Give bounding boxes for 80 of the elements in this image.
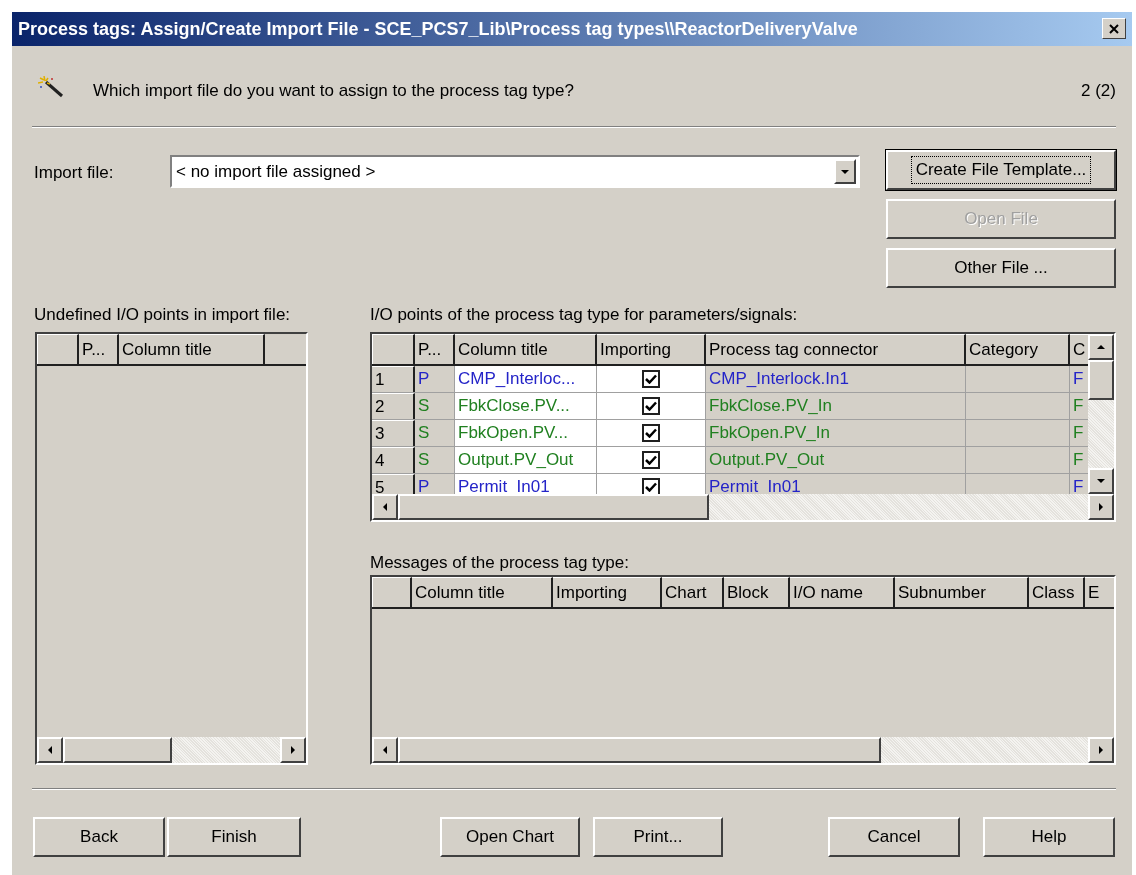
row-header[interactable]: 1 — [372, 366, 415, 392]
side-button[interactable]: Create File Template... — [886, 150, 1116, 190]
column-header[interactable]: Category — [966, 334, 1070, 364]
table-cell: CMP_Interlock.In1 — [706, 366, 966, 392]
checkbox[interactable] — [642, 370, 660, 388]
table-cell: Output.PV_Out — [455, 447, 597, 473]
scroll-down-button[interactable] — [1088, 468, 1114, 494]
table-cell: Permit_In01 — [455, 474, 597, 494]
table-cell: S — [415, 393, 455, 419]
column-header[interactable]: Block — [724, 577, 790, 607]
import-file-dropdown[interactable]: < no import file assigned > — [170, 155, 860, 188]
row-header[interactable]: 2 — [372, 393, 415, 419]
table-cell: S — [415, 420, 455, 446]
side-button[interactable]: Other File ... — [886, 248, 1116, 288]
left-arrow-icon — [381, 746, 389, 754]
dialog-button[interactable]: Finish — [167, 817, 301, 857]
dialog-button[interactable]: Open Chart — [440, 817, 580, 857]
column-header[interactable]: E — [1085, 577, 1114, 607]
column-header[interactable]: I/O name — [790, 577, 895, 607]
down-arrow-icon — [1097, 477, 1105, 485]
table-cell: Output.PV_Out — [706, 447, 966, 473]
vertical-scrollbar[interactable] — [1088, 334, 1114, 494]
right-arrow-icon — [289, 746, 297, 754]
scrollbar-thumb[interactable] — [63, 737, 172, 763]
column-header[interactable]: Column title — [455, 334, 597, 364]
column-header[interactable]: P... — [79, 334, 119, 364]
left-arrow-icon — [381, 503, 389, 511]
table-cell: CMP_Interloc... — [455, 366, 597, 392]
column-header[interactable]: Class — [1029, 577, 1085, 607]
column-header[interactable]: Column title — [119, 334, 265, 364]
horizontal-scrollbar[interactable] — [37, 737, 306, 763]
scroll-right-button[interactable] — [280, 737, 306, 763]
row-header[interactable]: 3 — [372, 420, 415, 446]
close-button[interactable] — [1102, 18, 1126, 39]
row-header[interactable]: 5 — [372, 474, 415, 494]
checkbox[interactable] — [642, 478, 660, 494]
checkbox[interactable] — [642, 424, 660, 442]
column-header[interactable]: Importing — [553, 577, 662, 607]
import-file-label: Import file: — [34, 162, 114, 184]
scroll-left-button[interactable] — [37, 737, 63, 763]
window-title: Process tags: Assign/Create Import File - SCE_PCS7_Lib\Process tag types\\ReactorDeliveryValve — [18, 17, 858, 41]
horizontal-scrollbar[interactable] — [372, 737, 1114, 763]
column-header[interactable]: P... — [415, 334, 455, 364]
close-icon — [1109, 23, 1119, 34]
left-arrow-icon — [46, 746, 54, 754]
up-arrow-icon — [1097, 343, 1105, 351]
table-cell: S — [415, 447, 455, 473]
table-cell: FbkOpen.PV... — [455, 420, 597, 446]
section-label: Undefined I/O points in import file: — [34, 304, 291, 326]
checkbox[interactable] — [642, 397, 660, 415]
down-arrow-icon — [841, 167, 849, 176]
section-label: I/O points of the process tag type for parameters/signals: — [370, 304, 798, 326]
dialog-button[interactable]: Print... — [593, 817, 723, 857]
row-header[interactable]: 4 — [372, 447, 415, 473]
column-header[interactable]: Column title — [412, 577, 553, 607]
scroll-up-button[interactable] — [1088, 334, 1114, 360]
scrollbar-thumb[interactable] — [398, 737, 881, 763]
magic-wand-icon — [38, 76, 66, 100]
scroll-left-button[interactable] — [372, 494, 398, 520]
scrollbar-thumb[interactable] — [1088, 360, 1114, 400]
dialog-button[interactable]: Help — [983, 817, 1115, 857]
right-arrow-icon — [1097, 503, 1105, 511]
step-counter: 2 (2) — [1081, 80, 1116, 102]
question-text: Which import file do you want to assign to the process tag type? — [93, 80, 574, 102]
column-header[interactable]: Subnumber — [895, 577, 1029, 607]
scroll-left-button[interactable] — [372, 737, 398, 763]
scroll-right-button[interactable] — [1088, 737, 1114, 763]
column-header[interactable]: Process tag connector — [706, 334, 966, 364]
horizontal-scrollbar[interactable] — [372, 494, 1114, 520]
column-header[interactable]: Importing — [597, 334, 706, 364]
scroll-right-button[interactable] — [1088, 494, 1114, 520]
right-arrow-icon — [1097, 746, 1105, 754]
section-label: Messages of the process tag type: — [370, 552, 629, 574]
scrollbar-thumb[interactable] — [398, 494, 709, 520]
dialog-button[interactable]: Cancel — [828, 817, 960, 857]
checkbox[interactable] — [642, 451, 660, 469]
dialog-button[interactable]: Back — [33, 817, 165, 857]
dropdown-button[interactable] — [834, 159, 856, 184]
table-cell: FbkClose.PV... — [455, 393, 597, 419]
column-header[interactable]: Chart — [662, 577, 724, 607]
